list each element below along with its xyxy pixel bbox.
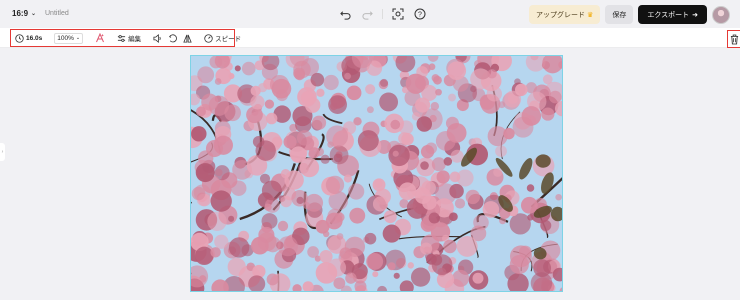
delete-button[interactable] <box>727 30 740 48</box>
avatar[interactable] <box>712 5 730 24</box>
help-icon[interactable]: ? <box>413 7 427 21</box>
upgrade-label: アップグレード <box>536 11 586 19</box>
rotate-button[interactable] <box>168 33 177 43</box>
clip-tools-highlight: 16.0s 100% ⌄ 編集 スピード <box>10 29 241 47</box>
duration-value: 16.0s <box>26 34 43 42</box>
aspect-ratio-label: 16:9 <box>12 9 29 18</box>
export-label: エクスポート <box>647 11 690 19</box>
zoom-select[interactable]: 100% ⌄ <box>54 32 84 44</box>
right-tools: アップグレード ♛ 保存 エクスポート ➜ <box>529 5 730 24</box>
crown-icon: ♛ <box>587 11 594 19</box>
side-panel-handle[interactable]: › <box>0 143 5 161</box>
flip-icon <box>183 34 192 43</box>
chevron-down-icon: ⌄ <box>75 35 81 41</box>
speedometer-icon <box>204 33 213 43</box>
top-bar: 16:9 ⌄ Untitled ? アップグレード ♛ 保存 エクスポート ➜ <box>0 0 740 28</box>
rotate-icon <box>169 33 177 42</box>
magic-text-button[interactable] <box>95 33 105 43</box>
export-button[interactable]: エクスポート ➜ <box>638 5 707 24</box>
chevron-down-icon: ⌄ <box>31 11 37 17</box>
cherry-blossom-photo <box>191 56 562 291</box>
undo-icon[interactable] <box>338 7 352 21</box>
clip-toolbar: 16.0s 100% ⌄ 編集 スピード <box>0 28 740 48</box>
video-canvas[interactable] <box>190 55 563 292</box>
redo-icon[interactable] <box>360 7 374 21</box>
volume-icon <box>153 33 161 43</box>
upgrade-button[interactable]: アップグレード ♛ <box>529 5 601 24</box>
screenshot-icon[interactable] <box>391 7 405 21</box>
magic-text-icon <box>96 33 105 43</box>
volume-button[interactable] <box>153 33 162 43</box>
zoom-value: 100% <box>57 34 74 42</box>
divider <box>382 9 383 19</box>
edit-button[interactable]: 編集 <box>117 33 141 43</box>
flip-button[interactable] <box>183 34 192 43</box>
document-title[interactable]: Untitled <box>45 10 69 17</box>
svg-text:?: ? <box>418 12 422 19</box>
aspect-ratio-select[interactable]: 16:9 ⌄ <box>12 9 36 18</box>
edit-label: 編集 <box>128 36 142 43</box>
sliders-icon <box>118 34 126 42</box>
speed-label: スピード <box>215 36 242 43</box>
clock-icon <box>15 33 24 43</box>
duration-control[interactable]: 16.0s <box>15 33 43 43</box>
center-tools: ? <box>338 7 427 21</box>
speed-button[interactable]: スピード <box>204 33 241 43</box>
arrow-right-icon: ➜ <box>692 11 698 19</box>
trash-icon <box>730 34 738 44</box>
save-button[interactable]: 保存 <box>605 5 634 24</box>
